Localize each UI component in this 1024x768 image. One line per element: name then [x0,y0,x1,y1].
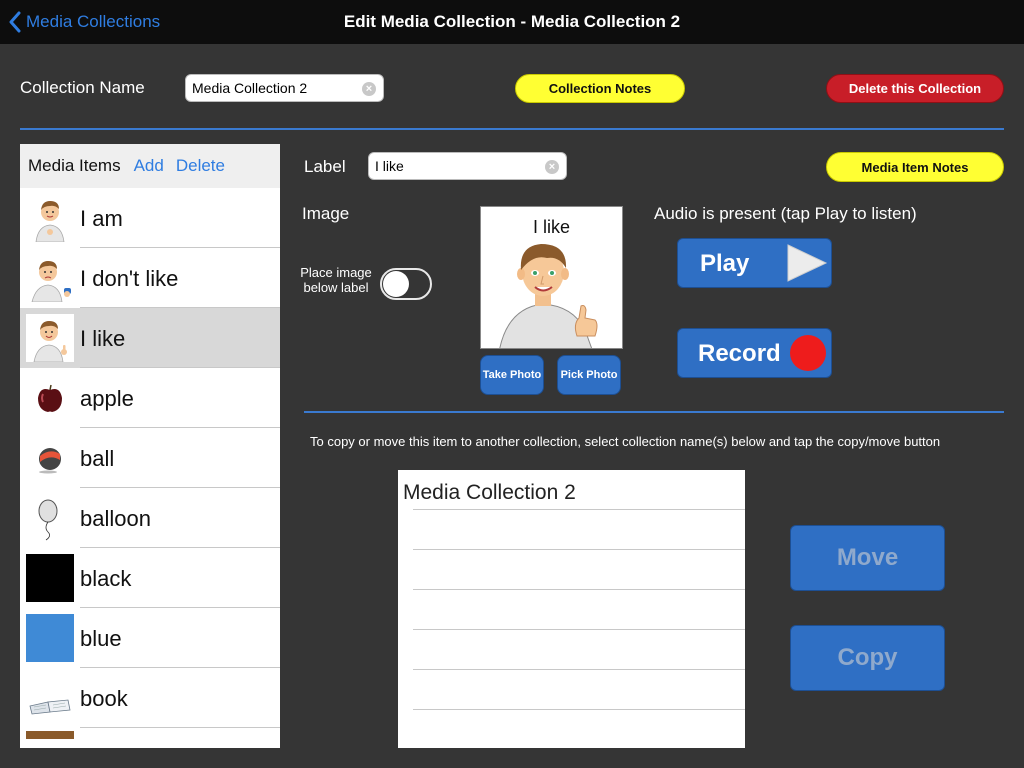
add-item-button[interactable]: Add [134,156,164,176]
nav-bar: Media Collections Edit Media Collection … [0,0,1024,44]
copy-move-instruction: To copy or move this item to another col… [310,434,941,449]
list-item[interactable]: I don't like [20,248,280,308]
list-item[interactable]: apple [20,368,280,428]
list-item-label: balloon [80,506,151,531]
list-item-label: I am [80,206,123,231]
list-item-label: apple [80,386,134,411]
play-button-label: Play [700,250,750,277]
collection-name-label: Collection Name [20,78,145,97]
image-caption: Image [302,204,350,223]
boy-pointing-self-icon [26,194,74,242]
delete-collection-button[interactable]: Delete this Collection [826,74,1004,103]
partial-item-icon [26,731,74,739]
boy-thumbs-up-icon [26,314,74,362]
collection-row[interactable] [398,550,745,590]
delete-item-button[interactable]: Delete [176,156,225,176]
pick-photo-button[interactable]: Pick Photo [557,355,621,395]
divider [20,128,1004,130]
collection-row[interactable] [398,630,745,670]
list-item-label: I don't like [80,266,179,291]
boy-thumbs-up-icon [499,244,598,348]
apple-icon [26,374,74,422]
list-item-label: book [80,686,128,711]
move-button[interactable]: Move [790,525,945,591]
list-item[interactable]: ball [20,428,280,488]
item-image[interactable]: I like [480,206,623,349]
blue-swatch-icon [26,614,74,662]
collection-notes-button[interactable]: Collection Notes [515,74,685,103]
take-photo-button[interactable]: Take Photo [480,355,544,395]
list-item[interactable]: blue [20,608,280,668]
list-item-label: black [80,566,132,591]
record-dot-icon [790,335,826,371]
collections-list: Media Collection 2 [398,470,745,748]
label-caption: Label [304,157,346,176]
list-item[interactable]: book [20,668,280,728]
divider [304,411,1004,413]
copy-button[interactable]: Copy [790,625,945,691]
play-triangle-icon [787,244,828,282]
place-image-below-toggle[interactable] [380,268,432,300]
record-button[interactable]: Record [677,328,832,378]
collection-row-label: Media Collection 2 [403,481,576,504]
list-item-selected[interactable]: I like [20,308,280,368]
list-item-label: ball [80,446,115,471]
media-item-notes-button[interactable]: Media Item Notes [826,152,1004,182]
collection-name-field[interactable]: × [185,74,384,102]
collection-row[interactable] [398,710,745,748]
list-item[interactable]: black [20,548,280,608]
clear-text-icon[interactable]: × [545,160,559,174]
clear-text-icon[interactable]: × [362,82,376,96]
item-label-input[interactable] [375,158,538,174]
toggle-knob [383,271,409,297]
list-item[interactable] [20,728,280,748]
media-items-title: Media Items [28,156,121,175]
black-swatch-icon [26,554,74,602]
collection-row[interactable] [398,590,745,630]
ball-icon [26,434,74,482]
balloon-icon [26,494,74,542]
place-image-below-label-caption: Place image below label [300,265,372,295]
item-label-field[interactable]: × [368,152,567,180]
audio-status-text: Audio is present (tap Play to listen) [654,204,917,223]
boy-thumbs-down-icon [26,254,74,302]
media-items-header: Media Items Add Delete [20,144,280,188]
list-item[interactable]: I am [20,188,280,248]
list-item-label: blue [80,626,122,651]
collection-row[interactable]: Media Collection 2 [398,470,745,510]
collection-row[interactable] [398,510,745,550]
collection-name-input[interactable] [192,80,355,96]
list-item-label: I like [80,326,126,351]
media-items-panel: Media Items Add Delete I am I don't like… [20,144,280,748]
list-item[interactable]: balloon [20,488,280,548]
play-button[interactable]: Play [677,238,832,288]
book-icon [26,674,74,722]
collection-row[interactable] [398,670,745,710]
record-button-label: Record [698,340,781,367]
item-image-text: I like [532,217,570,237]
page-title: Edit Media Collection - Media Collection… [343,12,681,31]
